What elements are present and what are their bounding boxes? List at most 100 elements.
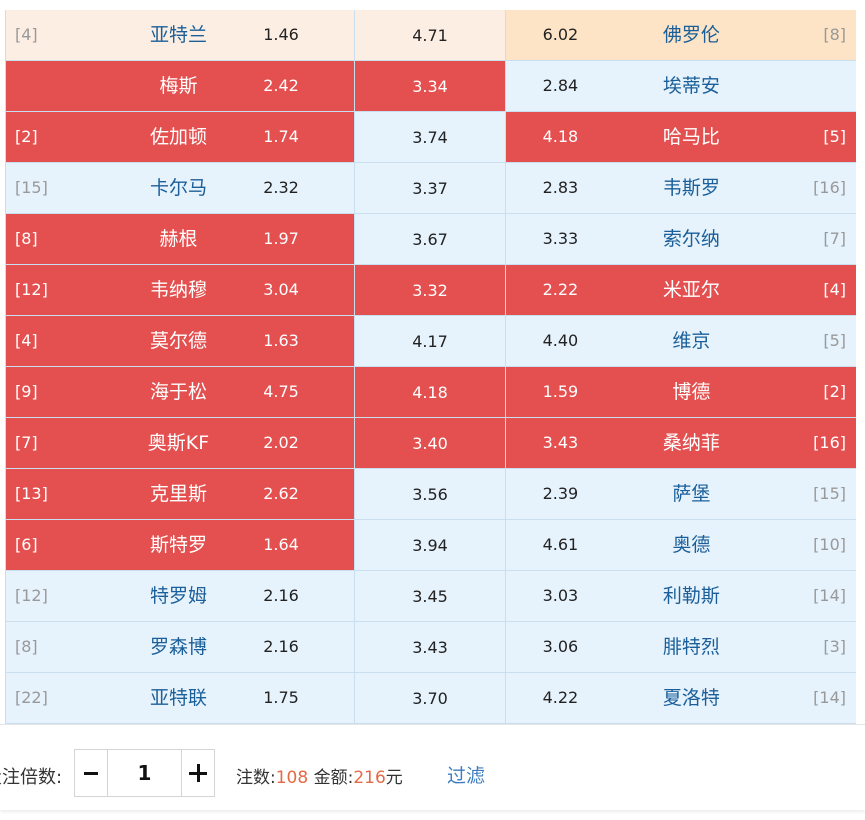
bet-summary: 注数:108 金额:216元 [236, 763, 403, 788]
home-team-name: 奥斯KF [147, 432, 210, 454]
match-row: [7] 奥斯KF 2.02 3.40 3.43 桑纳菲 [16] [6, 418, 857, 469]
home-team-name: 赫根 [159, 228, 198, 250]
away-win-option[interactable]: 2.22 米亚尔 [4] [505, 265, 857, 315]
draw-option[interactable]: 4.18 [353, 367, 506, 417]
draw-odds: 3.56 [412, 484, 448, 504]
draw-option[interactable]: 3.34 [353, 61, 506, 111]
increase-multiplier-button[interactable] [181, 750, 214, 796]
home-win-option[interactable]: [12] 特罗姆 2.16 [6, 571, 354, 621]
home-win-option[interactable]: [12] 韦纳穆 3.04 [6, 265, 354, 315]
draw-option[interactable]: 3.32 [353, 265, 506, 315]
draw-option[interactable]: 3.56 [353, 469, 506, 519]
away-win-odds: 3.43 [542, 433, 579, 452]
draw-odds: 4.71 [412, 25, 448, 45]
home-win-option[interactable]: [8] 罗森博 2.16 [6, 622, 354, 672]
draw-odds: 3.43 [412, 637, 448, 657]
away-rank: [16] [813, 178, 847, 197]
away-win-option[interactable]: 2.83 韦斯罗 [16] [505, 163, 857, 213]
home-win-odds: 2.16 [263, 586, 299, 605]
home-rank: [22] [15, 688, 48, 707]
away-team-name: 利勒斯 [662, 585, 720, 607]
away-win-option[interactable]: 3.33 索尔纳 [7] [505, 214, 857, 264]
away-win-option[interactable]: 6.02 佛罗伦 [8] [505, 10, 857, 60]
home-win-odds: 1.75 [263, 688, 299, 707]
match-row: [12] 特罗姆 2.16 3.45 3.03 利勒斯 [14] [6, 571, 857, 622]
draw-option[interactable]: 3.45 [353, 571, 506, 621]
home-win-odds: 2.32 [263, 178, 299, 197]
home-win-odds: 1.97 [263, 229, 299, 248]
filter-link[interactable]: 过滤 [447, 761, 485, 788]
draw-option[interactable]: 3.40 [353, 418, 506, 468]
multiplier-stepper [74, 749, 215, 797]
bet-amount-label: 金额: [313, 768, 354, 788]
draw-option[interactable]: 4.17 [353, 316, 506, 366]
away-win-option[interactable]: 4.18 哈马比 [5] [505, 112, 857, 162]
home-win-option[interactable]: [9] 海于松 4.75 [6, 367, 354, 417]
away-rank: [7] [823, 229, 847, 248]
home-win-option[interactable]: [8] 赫根 1.97 [6, 214, 354, 264]
home-win-odds: 2.42 [263, 76, 299, 95]
draw-option[interactable]: 3.70 [353, 673, 506, 723]
draw-odds: 3.45 [412, 586, 448, 606]
home-win-option[interactable]: [7] 奥斯KF 2.02 [6, 418, 354, 468]
away-win-option[interactable]: 4.40 维京 [5] [505, 316, 857, 366]
decrease-multiplier-button[interactable] [75, 750, 108, 796]
away-win-odds: 1.59 [542, 382, 579, 401]
draw-option[interactable]: 4.71 [353, 10, 506, 60]
home-win-option[interactable]: [6] 斯特罗 1.64 [6, 520, 354, 570]
away-win-odds: 4.40 [542, 331, 579, 350]
draw-odds: 3.40 [412, 433, 448, 453]
away-rank: [3] [823, 637, 847, 656]
draw-odds: 3.94 [412, 535, 448, 555]
away-team-name: 腓特烈 [662, 636, 720, 658]
minus-icon [84, 771, 98, 775]
away-win-odds: 2.39 [542, 484, 579, 503]
away-win-option[interactable]: 3.43 桑纳菲 [16] [505, 418, 857, 468]
home-win-option[interactable]: [2] 佐加顿 1.74 [6, 112, 354, 162]
home-team-name: 佐加顿 [149, 126, 207, 148]
away-team-name: 桑纳菲 [662, 432, 720, 454]
away-win-option[interactable]: 4.22 夏洛特 [14] [505, 673, 857, 723]
away-win-option[interactable]: 3.06 腓特烈 [3] [505, 622, 857, 672]
match-odds-table: [4] 亚特兰 1.46 4.71 6.02 佛罗伦 [8] 梅斯 2.42 3.34 2.84 埃蒂… [5, 10, 857, 724]
bet-count-value: 108 [275, 768, 309, 788]
home-rank: [9] [15, 382, 38, 401]
away-win-odds: 3.03 [542, 586, 579, 605]
draw-odds: 3.34 [412, 76, 448, 96]
away-win-option[interactable]: 1.59 博德 [2] [505, 367, 857, 417]
home-rank: [4] [15, 25, 38, 44]
away-team-name: 佛罗伦 [662, 24, 720, 46]
home-win-odds: 1.64 [263, 535, 299, 554]
home-win-option[interactable]: [22] 亚特联 1.75 [6, 673, 354, 723]
draw-option[interactable]: 3.43 [353, 622, 506, 672]
away-team-name: 米亚尔 [662, 279, 720, 301]
home-win-option[interactable]: [13] 克里斯 2.62 [6, 469, 354, 519]
match-row: [4] 亚特兰 1.46 4.71 6.02 佛罗伦 [8] [6, 10, 857, 61]
draw-option[interactable]: 3.67 [353, 214, 506, 264]
draw-option[interactable]: 3.74 [353, 112, 506, 162]
multiplier-input[interactable] [108, 750, 181, 796]
away-rank: [10] [813, 535, 847, 554]
draw-option[interactable]: 3.37 [353, 163, 506, 213]
away-win-odds: 2.83 [542, 178, 579, 197]
away-win-odds: 3.06 [542, 637, 579, 656]
home-win-odds: 2.02 [263, 433, 299, 452]
away-win-option[interactable]: 2.39 萨堡 [15] [505, 469, 857, 519]
home-win-option[interactable]: [4] 莫尔德 1.63 [6, 316, 354, 366]
home-win-option[interactable]: [15] 卡尔马 2.32 [6, 163, 354, 213]
home-rank: [8] [15, 637, 38, 656]
away-team-name: 埃蒂安 [662, 75, 720, 97]
home-win-odds: 1.74 [263, 127, 299, 146]
away-win-option[interactable]: 2.84 埃蒂安 [505, 61, 857, 111]
home-team-name: 斯特罗 [149, 534, 207, 556]
home-win-option[interactable]: 梅斯 2.42 [6, 61, 354, 111]
match-row: [15] 卡尔马 2.32 3.37 2.83 韦斯罗 [16] [6, 163, 857, 214]
away-rank: [2] [823, 382, 847, 401]
draw-option[interactable]: 3.94 [353, 520, 506, 570]
home-win-option[interactable]: [4] 亚特兰 1.46 [6, 10, 354, 60]
away-win-option[interactable]: 3.03 利勒斯 [14] [505, 571, 857, 621]
away-win-option[interactable]: 4.61 奥德 [10] [505, 520, 857, 570]
away-team-name: 维京 [672, 330, 711, 352]
away-rank: [8] [823, 25, 847, 44]
draw-odds: 4.18 [412, 382, 448, 402]
